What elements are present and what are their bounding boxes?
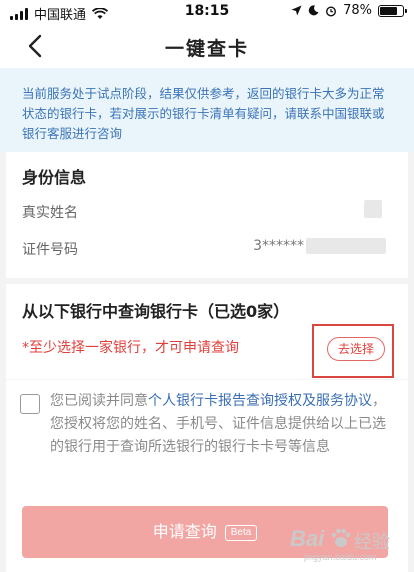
select-banks-button[interactable]: 去选择 [327,337,385,361]
battery-percent: 78% [343,3,372,18]
banks-title: 从以下银行中查询银行卡（已选0家） [22,302,290,321]
status-bar: 中国联通 18:15 78% [0,0,414,24]
moon-icon [308,5,319,16]
bank-warning: *至少选择一家银行，才可申请查询 [22,340,239,356]
watermark-brand: Bai [290,526,325,551]
paw-icon [331,528,351,547]
agreement-link[interactable]: 个人银行卡报告查询授权及服务协议 [148,393,372,409]
notice-text: 当前服务处于试点阶段，结果仅供参考，返回的银行卡大多为正常状态的银行卡，若对展示… [22,86,385,141]
status-right: 78% [291,3,407,18]
notice-banner: 当前服务处于试点阶段，结果仅供参考，返回的银行卡大多为正常状态的银行卡，若对展示… [0,68,414,152]
identity-section: 身份信息 真实姓名 证件号码 3****** [6,152,408,278]
agreement-text: 您已阅读并同意个人银行卡报告查询授权及服务协议，您授权将您的姓名、手机号、证件信… [50,390,396,459]
watermark-product: 经验 [354,532,390,553]
id-label: 证件号码 [22,242,78,258]
id-value-text: 3****** [253,238,304,254]
id-value: 3****** [253,238,386,254]
beta-badge: Beta [224,524,258,541]
nav-bar: 一键查卡 [0,24,414,68]
watermark-url: jingyan.baidu.com [304,552,377,562]
alarm-icon [326,5,337,17]
name-label: 真实姓名 [22,205,78,221]
agreement-prefix: 您已阅读并同意 [50,393,148,409]
battery-icon [378,4,407,17]
agree-checkbox[interactable] [20,394,40,414]
name-value [364,200,382,218]
location-arrow-icon [291,5,302,16]
submit-label: 申请查询 [152,522,217,541]
banks-section: 从以下银行中查询银行卡（已选0家） *至少选择一家银行，才可申请查询 [6,284,408,379]
baidu-watermark: Bai 经验 jingyan.baidu.com [290,526,400,566]
identity-title: 身份信息 [22,168,87,187]
page-title: 一键查卡 [164,38,249,60]
